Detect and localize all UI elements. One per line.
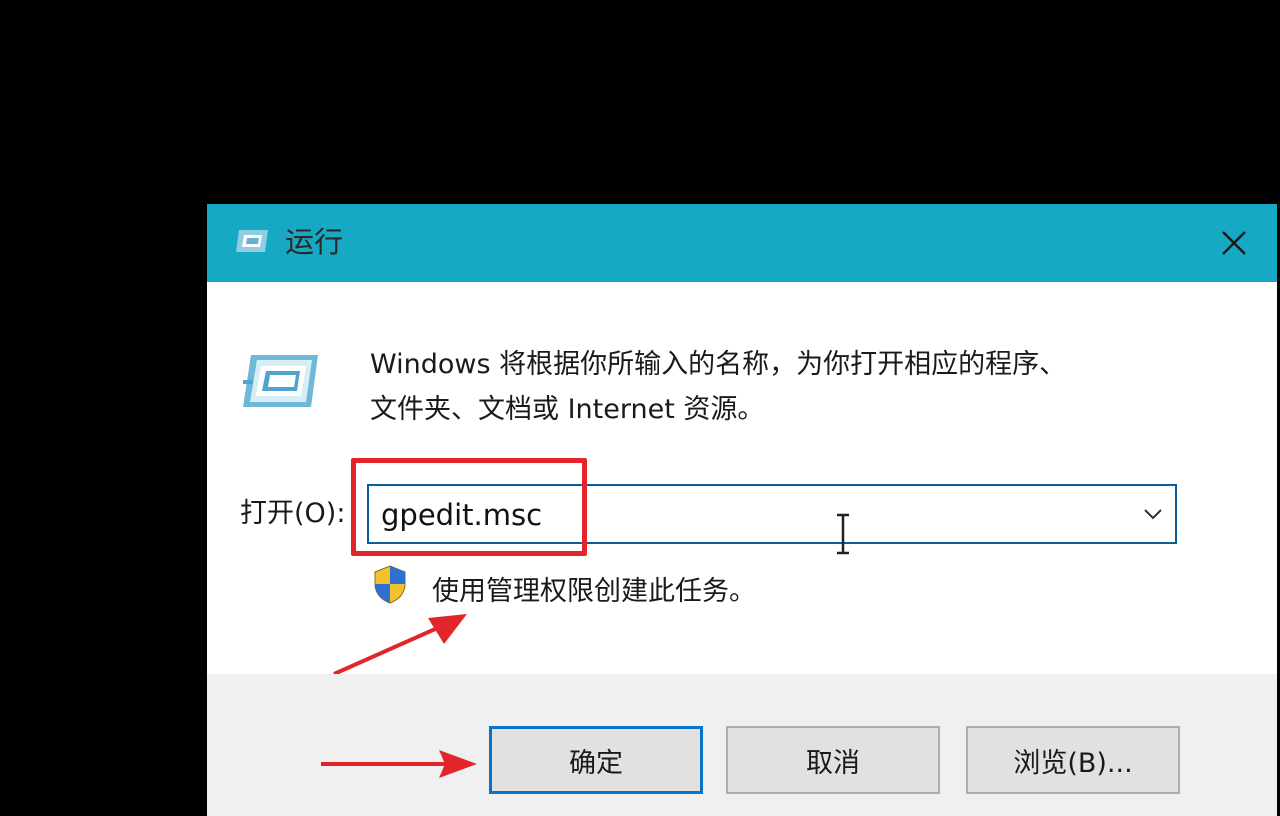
chevron-down-icon[interactable]: [1141, 502, 1165, 526]
window-title: 运行: [285, 225, 344, 259]
run-dialog: 运行 Windows 将根据你所输入的名称，为你打开相应的程序、 文件夹、文档或…: [207, 204, 1277, 816]
close-button[interactable]: [1191, 204, 1277, 282]
title-bar: 运行: [207, 204, 1277, 282]
run-app-icon: [236, 230, 268, 252]
description: Windows 将根据你所输入的名称，为你打开相应的程序、 文件夹、文档或 In…: [370, 342, 1230, 432]
run-dialog-icon: [243, 355, 318, 407]
description-line-2: 文件夹、文档或 Internet 资源。: [370, 394, 765, 425]
close-icon: [1222, 231, 1246, 255]
shield-icon: [374, 565, 406, 604]
text-cursor-icon: [837, 513, 849, 555]
ok-button[interactable]: 确定: [489, 726, 703, 794]
red-arrow-icon: [333, 614, 467, 676]
red-arrow-icon: [321, 750, 477, 778]
admin-note: 使用管理权限创建此任务。: [432, 576, 756, 607]
browse-button[interactable]: 浏览(B)...: [966, 726, 1180, 794]
description-line-1: Windows 将根据你所输入的名称，为你打开相应的程序、: [370, 349, 1067, 380]
cancel-button[interactable]: 取消: [726, 726, 940, 794]
input-highlight-box: [351, 458, 587, 556]
open-label: 打开(O):: [240, 498, 346, 529]
